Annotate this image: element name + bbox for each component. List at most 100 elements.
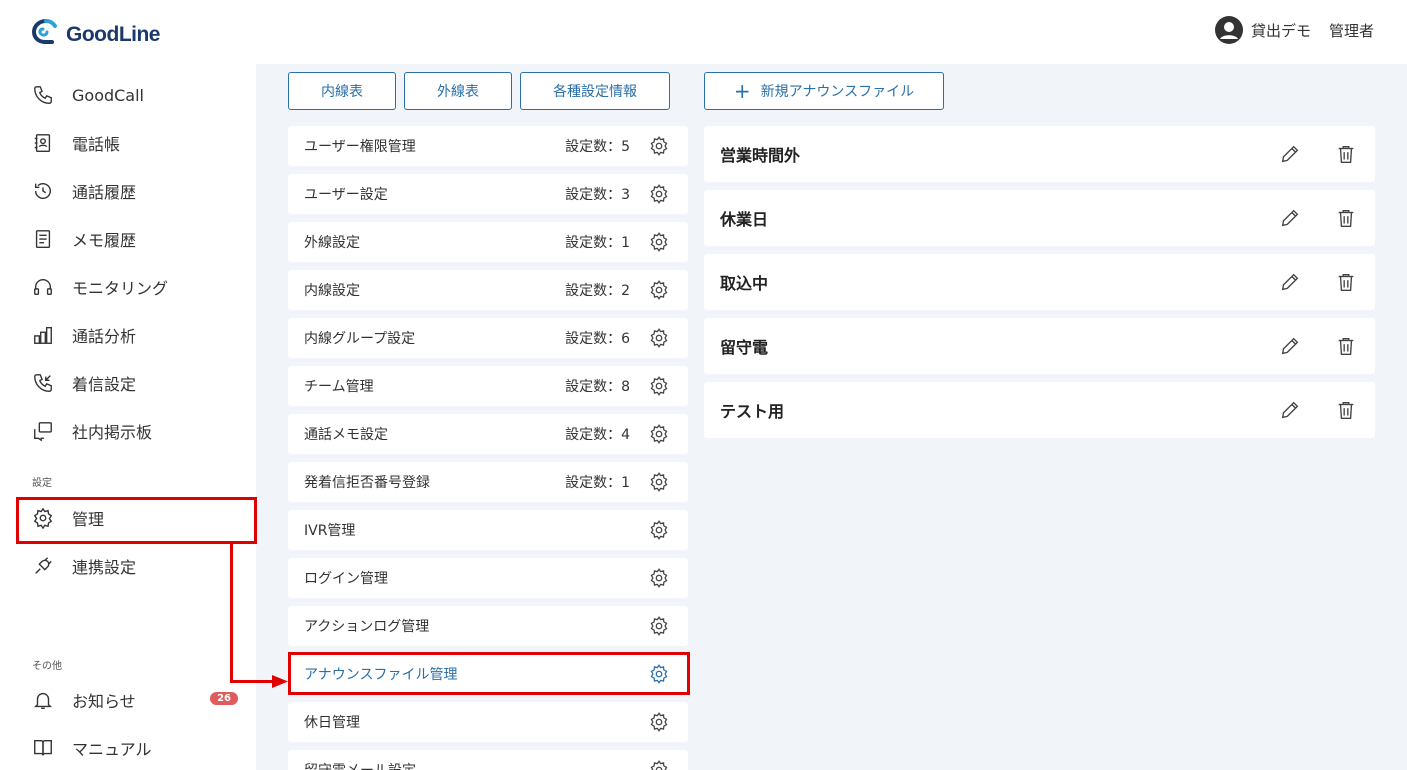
announce-file-row: テスト用: [704, 382, 1375, 438]
sidebar-item-label: GoodCall: [72, 85, 144, 105]
sidebar-item-memo-history[interactable]: メモ履歴: [18, 219, 254, 259]
phone-icon: [32, 84, 54, 106]
settings-list-row[interactable]: 内線グループ設定 設定数：6: [288, 318, 688, 358]
settings-list-row[interactable]: 発着信拒否番号登録 設定数：1: [288, 462, 688, 502]
edit-pencil-icon[interactable]: [1279, 335, 1301, 357]
sidebar-item-call-history[interactable]: 通話履歴: [18, 171, 254, 211]
user-avatar-icon: [1214, 16, 1243, 44]
settings-list-row[interactable]: IVR管理: [288, 510, 688, 550]
internal-table-button[interactable]: 内線表: [288, 72, 396, 110]
settings-row-count: 設定数：4: [565, 427, 630, 443]
annotation-arrow-head: [272, 675, 288, 688]
bar-chart-icon: [32, 324, 54, 346]
external-table-button[interactable]: 外線表: [404, 72, 512, 110]
delete-trash-icon[interactable]: [1335, 143, 1357, 165]
highlight-announce-box: [288, 652, 690, 695]
gear-icon[interactable]: [648, 759, 670, 770]
highlight-admin-box: [16, 497, 257, 544]
sidebar-item-label: マニュアル: [72, 740, 152, 759]
settings-list-row[interactable]: 通話メモ設定 設定数：4: [288, 414, 688, 454]
sidebar-item-integration[interactable]: 連携設定: [18, 546, 254, 586]
plus-icon: +: [733, 79, 751, 103]
settings-row-label: ユーザー権限管理: [304, 139, 416, 155]
new-announce-file-button[interactable]: + 新規アナウンスファイル: [704, 72, 944, 110]
bell-icon: [32, 689, 54, 711]
settings-row-label: 発着信拒否番号登録: [304, 475, 430, 491]
gear-icon[interactable]: [648, 279, 670, 301]
annotation-arrow-horizontal: [230, 680, 275, 683]
goodline-logo[interactable]: GoodLine: [30, 14, 161, 50]
gear-icon[interactable]: [648, 183, 670, 205]
settings-list-row[interactable]: アクションログ管理: [288, 606, 688, 646]
annotation-arrow-vertical: [230, 544, 233, 682]
settings-list-row[interactable]: 休日管理: [288, 702, 688, 742]
settings-row-count: 設定数：1: [565, 235, 630, 251]
gear-icon[interactable]: [648, 423, 670, 445]
sidebar-item-goodcall[interactable]: GoodCall: [18, 75, 254, 115]
announce-file-title: 休業日: [720, 210, 769, 229]
gear-icon[interactable]: [648, 471, 670, 493]
delete-trash-icon[interactable]: [1335, 335, 1357, 357]
settings-list-row[interactable]: ログイン管理: [288, 558, 688, 598]
settings-row-label: 留守電メール設定: [304, 760, 630, 770]
settings-list-row[interactable]: ユーザー設定 設定数：3: [288, 174, 688, 214]
book-icon: [32, 737, 54, 759]
sidebar-item-label: メモ履歴: [72, 231, 137, 250]
sidebar: GoodCall 電話帳 通話履歴 メモ履歴 モニタリング 通話分析 着信設定 …: [0, 64, 256, 770]
settings-row-label: IVR管理: [304, 523, 356, 539]
settings-row-count: 設定数：6: [565, 331, 630, 347]
settings-list-row[interactable]: 留守電メール設定: [288, 750, 688, 770]
settings-row-count: 設定数：5: [565, 139, 630, 155]
contact-book-icon: [32, 132, 54, 154]
edit-pencil-icon[interactable]: [1279, 271, 1301, 293]
gear-icon[interactable]: [648, 567, 670, 589]
edit-pencil-icon[interactable]: [1279, 399, 1301, 421]
announce-file-row: 休業日: [704, 190, 1375, 246]
gear-icon[interactable]: [648, 231, 670, 253]
sidebar-item-incoming-settings[interactable]: 着信設定: [18, 363, 254, 403]
gear-icon[interactable]: [648, 519, 670, 541]
settings-row-count: 設定数：2: [565, 283, 630, 299]
settings-list-row[interactable]: ユーザー権限管理 設定数：5: [288, 126, 688, 166]
sidebar-item-monitoring[interactable]: モニタリング: [18, 267, 254, 307]
sidebar-item-call-analysis[interactable]: 通話分析: [18, 315, 254, 355]
delete-trash-icon[interactable]: [1335, 207, 1357, 229]
settings-row-label: 内線設定: [304, 283, 360, 299]
settings-list-row[interactable]: 内線設定 設定数：2: [288, 270, 688, 310]
announce-file-title: 留守電: [720, 338, 769, 357]
sidebar-item-label: 社内掲示板: [72, 423, 153, 442]
announce-file-title: テスト用: [720, 402, 785, 421]
section-label-settings: 設定: [32, 478, 52, 489]
sidebar-item-bulletin-board[interactable]: 社内掲示板: [18, 411, 254, 451]
sidebar-item-label: 通話履歴: [72, 183, 137, 202]
delete-trash-icon[interactable]: [1335, 399, 1357, 421]
settings-row-count: 設定数：8: [565, 379, 630, 395]
gear-icon[interactable]: [648, 615, 670, 637]
announce-file-row: 営業時間外: [704, 126, 1375, 182]
edit-pencil-icon[interactable]: [1279, 143, 1301, 165]
gear-icon[interactable]: [648, 135, 670, 157]
memo-icon: [32, 228, 54, 250]
settings-list-row[interactable]: 外線設定 設定数：1: [288, 222, 688, 262]
sidebar-item-label: 着信設定: [72, 375, 137, 394]
sidebar-item-label: 通話分析: [72, 327, 137, 346]
edit-pencil-icon[interactable]: [1279, 207, 1301, 229]
user-name: 貸出デモ: [1250, 21, 1311, 40]
settings-row-label: 休日管理: [304, 715, 360, 731]
sidebar-item-manual[interactable]: マニュアル: [18, 728, 254, 768]
headset-icon: [32, 276, 54, 298]
settings-list-row[interactable]: チーム管理 設定数：8: [288, 366, 688, 406]
announce-file-title: 営業時間外: [720, 146, 801, 165]
user-menu[interactable]: 貸出デモ 管理者: [1214, 16, 1374, 44]
settings-info-button[interactable]: 各種設定情報: [520, 72, 670, 110]
sidebar-item-notifications[interactable]: お知らせ 26: [18, 680, 254, 720]
gear-icon[interactable]: [648, 375, 670, 397]
settings-row-label: ログイン管理: [304, 571, 388, 587]
announce-file-row: 取込中: [704, 254, 1375, 310]
sidebar-item-phonebook[interactable]: 電話帳: [18, 123, 254, 163]
gear-icon[interactable]: [648, 711, 670, 733]
settings-row-count: 設定数：1: [565, 475, 630, 491]
settings-row-label: ユーザー設定: [304, 187, 388, 203]
gear-icon[interactable]: [648, 327, 670, 349]
delete-trash-icon[interactable]: [1335, 271, 1357, 293]
